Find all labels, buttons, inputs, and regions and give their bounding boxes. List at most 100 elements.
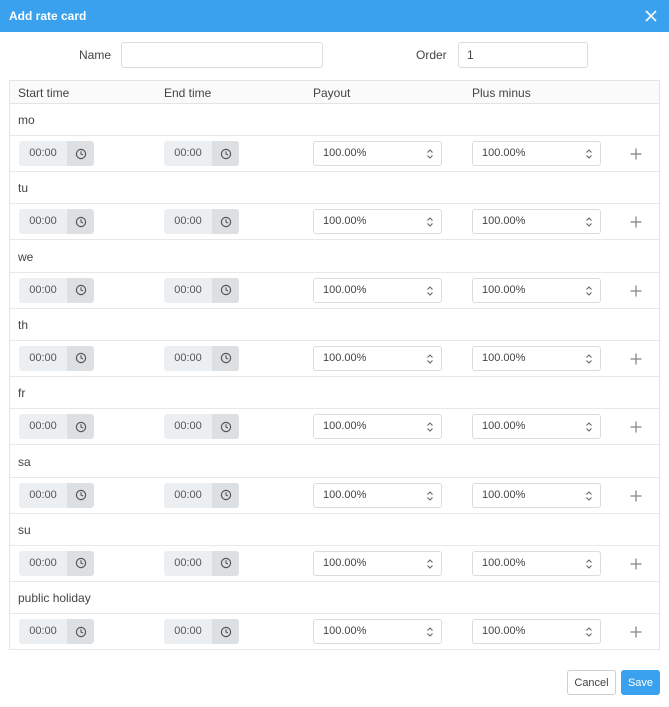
start-time-picker[interactable]: 00:00 (19, 209, 94, 235)
payout-input[interactable]: 100.00% (313, 141, 442, 166)
clock-icon[interactable] (67, 619, 94, 645)
payout-input[interactable]: 100.00% (313, 345, 442, 371)
plus-icon[interactable] (627, 487, 645, 505)
table-row: 00:00 00:00 100.00% 100.00% (10, 204, 659, 241)
spinner-icon[interactable] (426, 626, 434, 638)
end-time-value[interactable]: 00:00 (164, 209, 212, 235)
start-time-value[interactable]: 00:00 (19, 277, 67, 303)
end-time-value[interactable]: 00:00 (164, 482, 212, 508)
plus-icon[interactable] (627, 623, 645, 641)
end-time-picker[interactable]: 00:00 (164, 550, 239, 576)
clock-icon[interactable] (67, 345, 94, 371)
save-button[interactable]: Save (621, 670, 660, 695)
plus-icon[interactable] (627, 282, 645, 300)
cancel-button[interactable]: Cancel (567, 670, 616, 695)
end-time-picker[interactable]: 00:00 (164, 209, 239, 235)
clock-icon[interactable] (212, 141, 239, 166)
plus-minus-input[interactable]: 100.00% (472, 141, 601, 166)
plus-icon[interactable] (627, 145, 645, 163)
spinner-icon[interactable] (585, 285, 593, 297)
clock-icon[interactable] (67, 277, 94, 303)
clock-icon[interactable] (67, 550, 94, 576)
plus-minus-input[interactable]: 100.00% (472, 482, 601, 508)
clock-icon[interactable] (67, 414, 94, 440)
order-input[interactable] (458, 42, 588, 68)
clock-icon[interactable] (212, 619, 239, 645)
clock-icon[interactable] (212, 414, 239, 440)
clock-icon[interactable] (67, 209, 94, 235)
start-time-picker[interactable]: 00:00 (19, 345, 94, 371)
start-time-picker[interactable]: 00:00 (19, 550, 94, 576)
end-time-value[interactable]: 00:00 (164, 550, 212, 576)
spinner-icon[interactable] (426, 285, 434, 297)
end-time-picker[interactable]: 00:00 (164, 141, 239, 166)
end-time-value[interactable]: 00:00 (164, 414, 212, 440)
spinner-icon[interactable] (585, 216, 593, 228)
start-time-picker[interactable]: 00:00 (19, 482, 94, 508)
end-time-picker[interactable]: 00:00 (164, 482, 239, 508)
start-time-value[interactable]: 00:00 (19, 414, 67, 440)
table-row: 00:00 00:00 100.00% 100.00% (10, 409, 659, 446)
clock-icon[interactable] (67, 141, 94, 166)
payout-input[interactable]: 100.00% (313, 482, 442, 508)
spinner-icon[interactable] (426, 353, 434, 365)
plus-minus-input[interactable]: 100.00% (472, 619, 601, 645)
spinner-icon[interactable] (585, 558, 593, 570)
day-label: sa (18, 454, 31, 469)
start-time-value[interactable]: 00:00 (19, 345, 67, 371)
end-time-picker[interactable]: 00:00 (164, 345, 239, 371)
start-time-value[interactable]: 00:00 (19, 209, 67, 235)
end-time-picker[interactable]: 00:00 (164, 619, 239, 645)
close-icon[interactable] (641, 6, 661, 26)
payout-value: 100.00% (323, 147, 367, 159)
start-time-value[interactable]: 00:00 (19, 619, 67, 645)
day-row: su (10, 514, 659, 546)
spinner-icon[interactable] (585, 626, 593, 638)
start-time-picker[interactable]: 00:00 (19, 619, 94, 645)
end-time-value[interactable]: 00:00 (164, 619, 212, 645)
plus-icon[interactable] (627, 555, 645, 573)
spinner-icon[interactable] (585, 148, 593, 160)
spinner-icon[interactable] (585, 353, 593, 365)
start-time-picker[interactable]: 00:00 (19, 277, 94, 303)
plus-icon[interactable] (627, 418, 645, 436)
end-time-value[interactable]: 00:00 (164, 277, 212, 303)
end-time-picker[interactable]: 00:00 (164, 414, 239, 440)
payout-input[interactable]: 100.00% (313, 277, 442, 303)
end-time-value[interactable]: 00:00 (164, 141, 212, 166)
start-time-picker[interactable]: 00:00 (19, 141, 94, 166)
start-time-value[interactable]: 00:00 (19, 550, 67, 576)
name-input[interactable] (121, 42, 323, 68)
header-end-time: End time (164, 86, 212, 100)
end-time-value[interactable]: 00:00 (164, 345, 212, 371)
plus-minus-input[interactable]: 100.00% (472, 277, 601, 303)
spinner-icon[interactable] (585, 490, 593, 502)
spinner-icon[interactable] (426, 490, 434, 502)
end-time-picker[interactable]: 00:00 (164, 277, 239, 303)
plus-minus-input[interactable]: 100.00% (472, 550, 601, 576)
clock-icon[interactable] (212, 277, 239, 303)
plus-minus-input[interactable]: 100.00% (472, 209, 601, 235)
plus-minus-input[interactable]: 100.00% (472, 345, 601, 371)
clock-icon[interactable] (67, 482, 94, 508)
plus-icon[interactable] (627, 213, 645, 231)
spinner-icon[interactable] (585, 421, 593, 433)
payout-input[interactable]: 100.00% (313, 209, 442, 235)
payout-input[interactable]: 100.00% (313, 414, 442, 440)
plus-minus-input[interactable]: 100.00% (472, 414, 601, 440)
payout-input[interactable]: 100.00% (313, 550, 442, 576)
payout-value: 100.00% (323, 215, 367, 228)
spinner-icon[interactable] (426, 421, 434, 433)
clock-icon[interactable] (212, 209, 239, 235)
clock-icon[interactable] (212, 482, 239, 508)
start-time-picker[interactable]: 00:00 (19, 414, 94, 440)
start-time-value[interactable]: 00:00 (19, 482, 67, 508)
clock-icon[interactable] (212, 345, 239, 371)
start-time-value[interactable]: 00:00 (19, 141, 67, 166)
plus-icon[interactable] (627, 350, 645, 368)
payout-input[interactable]: 100.00% (313, 619, 442, 645)
clock-icon[interactable] (212, 550, 239, 576)
spinner-icon[interactable] (426, 148, 434, 160)
spinner-icon[interactable] (426, 558, 434, 570)
spinner-icon[interactable] (426, 216, 434, 228)
